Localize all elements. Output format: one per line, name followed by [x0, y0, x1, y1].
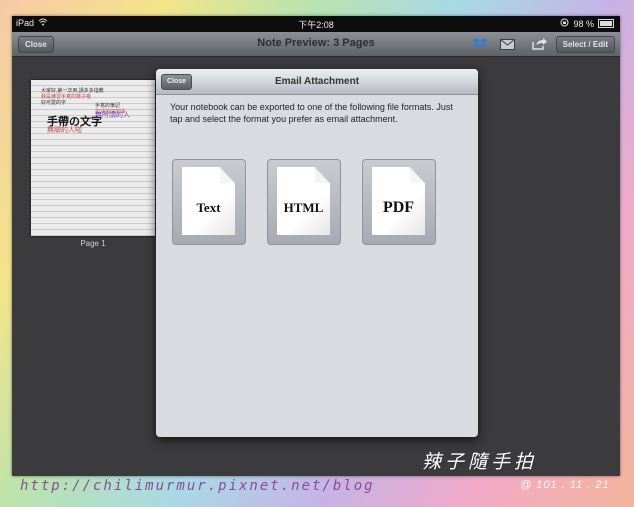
thumbnail-handwriting: 無聊的人啦	[47, 127, 82, 134]
share-icon[interactable]	[532, 37, 547, 50]
format-text-button[interactable]: Text	[172, 159, 246, 245]
ipad-screen: iPad 下午2:08 98 % Close Note Preview: 3 P…	[12, 16, 620, 476]
mail-icon[interactable]	[500, 37, 515, 50]
dropbox-icon[interactable]	[473, 37, 487, 49]
format-html-button[interactable]: HTML	[267, 159, 341, 245]
thumbnail-handwriting: 無所謂的人	[95, 112, 130, 119]
dialog-title: Email Attachment	[274, 76, 360, 87]
format-pdf-button[interactable]: PDF	[362, 159, 436, 245]
rotation-lock-icon	[560, 18, 569, 29]
navigation-bar: Close Note Preview: 3 Pages Select / Edi…	[12, 32, 620, 57]
email-attachment-dialog: Close Email Attachment Your notebook can…	[156, 69, 478, 437]
page-thumbnail[interactable]: 大家好,第一次用,請多多指教 我是練習手寫的樣子喔 好可愛的字 手寫的筆記 加油…	[31, 80, 155, 236]
format-label: PDF	[382, 199, 415, 216]
dialog-header: Close Email Attachment	[156, 69, 478, 95]
battery-percent: 98 %	[573, 18, 594, 29]
watermark-url: http://chilimurmur.pixnet.net/blog	[20, 478, 375, 494]
dialog-description: Your notebook can be exported to one of …	[170, 102, 453, 124]
page-title: Note Preview: 3 Pages	[257, 37, 375, 49]
page-label: Page 1	[80, 239, 106, 248]
format-label: HTML	[283, 200, 324, 215]
watermark-title: 辣子隨手拍	[422, 451, 538, 473]
thumbnail-line: 好可愛的字	[41, 100, 67, 106]
format-label: Text	[196, 200, 221, 215]
watermark-date: @ 101 . 11 . 21	[520, 479, 610, 491]
battery-icon	[598, 19, 614, 28]
select-edit-button[interactable]: Select / Edit	[555, 36, 615, 53]
status-bar: iPad 下午2:08 98 %	[12, 16, 620, 32]
status-time: 下午2:08	[298, 20, 334, 30]
